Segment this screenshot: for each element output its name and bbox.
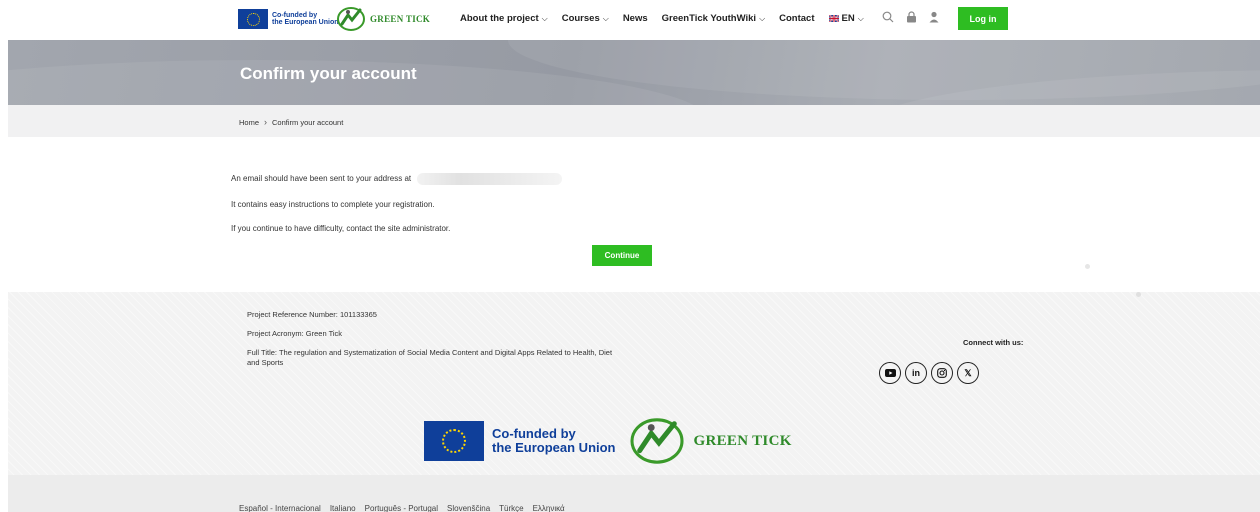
breadcrumb: Home › Confirm your account: [239, 117, 343, 127]
uk-flag-icon: [828, 15, 839, 22]
menu-contact[interactable]: Contact: [779, 13, 814, 24]
redacted-email: [417, 173, 563, 185]
lang-link-it[interactable]: Italiano: [330, 504, 356, 512]
menu-news-label: News: [622, 13, 648, 24]
decorative-dot: [1136, 292, 1141, 297]
project-info: Project Reference Number: 101133365 Proj…: [247, 310, 617, 377]
lang-link-sl[interactable]: Slovenščina: [447, 504, 490, 512]
language-label: EN: [841, 13, 855, 24]
breadcrumb-bar: Home › Confirm your account: [8, 105, 1260, 137]
email-sent-text: An email should have been sent to your a…: [231, 174, 412, 184]
instructions-text: It contains easy instructions to complet…: [231, 200, 435, 209]
eu-flag-icon: [238, 9, 268, 29]
eu-footer-line2: the European Union: [492, 440, 616, 455]
social-links: in 𝕏: [879, 362, 983, 384]
top-navbar: Co-funded by the European Union GREEN TI…: [0, 0, 1260, 40]
eu-flag-icon: [424, 421, 484, 461]
brand-name: GREEN TICK: [370, 14, 431, 24]
menu-news[interactable]: News: [623, 13, 648, 24]
green-tick-footer-logo: GREEN TICK: [628, 416, 792, 466]
green-tick-runner-icon: [337, 7, 365, 31]
menu-courses-label: Courses: [561, 13, 600, 24]
language-selector[interactable]: EN ⌵: [828, 13, 864, 24]
login-button[interactable]: Log in: [958, 7, 1008, 30]
x-icon[interactable]: 𝕏: [957, 362, 979, 384]
lang-link-pt[interactable]: Português - Portugal: [365, 504, 438, 512]
lang-link-tr[interactable]: Türkçe: [499, 504, 523, 512]
chevron-down-icon: ⌵: [541, 13, 548, 23]
lang-link-es[interactable]: Español - Internacional: [239, 504, 321, 512]
nav-icon-group: [882, 11, 951, 26]
chevron-down-icon: ⌵: [759, 13, 766, 23]
linkedin-icon[interactable]: in: [905, 362, 927, 384]
language-links: Español - Internacional Italiano Portugu…: [239, 504, 574, 512]
continue-button[interactable]: Continue: [592, 245, 652, 266]
decorative-dot: [1085, 264, 1090, 269]
green-tick-runner-icon: [629, 418, 684, 464]
chevron-down-icon: ⌵: [602, 13, 609, 23]
page-title: Confirm your account: [240, 64, 417, 83]
green-tick-logo[interactable]: GREEN TICK: [336, 6, 430, 32]
lock-icon[interactable]: [906, 11, 917, 26]
breadcrumb-current: Confirm your account: [272, 117, 344, 127]
instagram-icon[interactable]: [931, 362, 953, 384]
project-acronym: Project Acronym: Green Tick: [247, 329, 343, 338]
youtube-icon[interactable]: [879, 362, 901, 384]
menu-contact-label: Contact: [779, 13, 815, 24]
eu-footer-line1: Co-funded by: [492, 426, 576, 441]
eu-logo-line1: Co-funded by: [272, 12, 318, 19]
site-footer: Project Reference Number: 101133365 Proj…: [8, 292, 1260, 512]
confirmation-message: An email should have been sent to your a…: [231, 173, 563, 248]
menu-youthwiki-label: GreenTick YouthWiki: [661, 13, 757, 24]
lang-link-el[interactable]: Ελληνικά: [533, 504, 565, 512]
page-hero-banner: Confirm your account: [8, 40, 1260, 105]
chevron-down-icon: ⌵: [857, 13, 864, 23]
eu-logo-line2: the European Union: [272, 19, 339, 26]
language-bar: Español - Internacional Italiano Portugu…: [8, 475, 1260, 512]
breadcrumb-home-link[interactable]: Home: [239, 118, 259, 127]
user-icon[interactable]: [929, 11, 939, 26]
breadcrumb-chevron-icon: ›: [264, 117, 268, 127]
connect-heading: Connect with us:: [963, 338, 1024, 347]
project-reference-number: Project Reference Number: 101133365: [247, 310, 377, 319]
menu-youthwiki[interactable]: GreenTick YouthWiki ⌵: [662, 13, 766, 24]
eu-cofunded-logo[interactable]: Co-funded by the European Union: [238, 9, 339, 29]
main-menu: About the project ⌵ Courses ⌵ News Green…: [460, 13, 878, 24]
search-icon[interactable]: [882, 11, 894, 26]
footer-logos: Co-funded by the European Union GREEN TI…: [424, 416, 792, 466]
menu-courses[interactable]: Courses ⌵: [562, 13, 609, 24]
project-full-title: Full Title: The regulation and Systemati…: [247, 348, 613, 367]
menu-about-the-project[interactable]: About the project ⌵: [460, 13, 548, 24]
brand-name-footer: GREEN TICK: [693, 432, 792, 449]
difficulty-text: If you continue to have difficulty, cont…: [231, 224, 451, 233]
menu-about-label: About the project: [460, 13, 539, 24]
